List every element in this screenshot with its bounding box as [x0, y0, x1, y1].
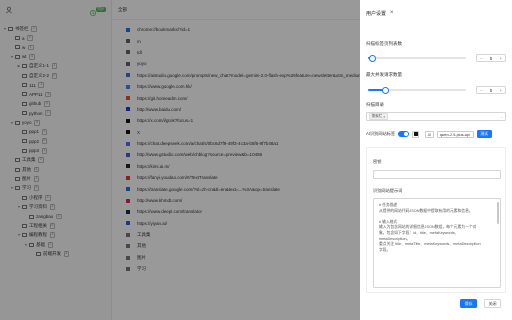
scan-tabs-label: 扫描标签页列表数: [366, 41, 402, 46]
ai-recognition-row: AI识别网站标签 AI qwen-2.5-plus-api 测试: [366, 130, 508, 138]
concurrency-stepper[interactable]: − 5 +: [476, 86, 506, 94]
scrollbar[interactable]: [497, 202, 499, 224]
tag-label: 搜索栏: [371, 114, 383, 118]
prompt-text: # 任务描述 从提供的网站代码JSON数据中提取有用的元素和信息。 # 输入格式输…: [379, 203, 495, 253]
concurrency-label: 最大并发请求数量: [366, 72, 402, 77]
drawer-header: 用户设置 ×: [360, 0, 512, 26]
prompt-label: 识别网站提示词: [373, 188, 403, 193]
concurrency-value: 5: [489, 87, 493, 93]
model-logo-icon: [412, 130, 420, 138]
prompt-line: 字段。: [379, 247, 391, 252]
test-button[interactable]: 测试: [476, 130, 492, 138]
close-icon[interactable]: ×: [390, 10, 394, 16]
prompt-line: 重点关注 title、metaTitle、metaKeywords、metaDe…: [379, 242, 481, 247]
selected-tag: 搜索栏 ×: [369, 113, 388, 120]
prompt-textarea[interactable]: # 任务描述 从提供的网站代码JSON数据中提取有用的元素和信息。 # 输入格式输…: [373, 198, 501, 288]
model-select[interactable]: AI: [425, 130, 434, 138]
scan-dir-label: 扫描目录: [366, 102, 384, 107]
ai-recognition-label: AI识别网站标签: [366, 131, 396, 136]
model-name-input[interactable]: qwen-2.5-plus-api: [436, 130, 474, 138]
save-button[interactable]: 保存: [460, 299, 477, 308]
close-button[interactable]: 关闭: [484, 299, 501, 308]
ai-recognition-toggle[interactable]: [398, 131, 410, 137]
api-key-label: 密钥: [373, 159, 382, 164]
api-key-input[interactable]: [373, 170, 501, 179]
slider-handle[interactable]: [369, 54, 377, 62]
minus-icon[interactable]: −: [480, 56, 483, 61]
scan-tabs-slider[interactable]: [368, 54, 466, 62]
tag-close-icon[interactable]: ×: [383, 115, 385, 119]
slider-handle[interactable]: [382, 86, 390, 94]
scan-dir-select[interactable]: 搜索栏 × ⌄: [366, 112, 506, 121]
modal-mask[interactable]: [0, 0, 360, 320]
minus-icon[interactable]: −: [480, 88, 483, 93]
concurrency-slider[interactable]: [368, 86, 466, 94]
scan-tabs-stepper[interactable]: − 5 +: [476, 54, 506, 62]
drawer-title: 用户设置: [366, 10, 387, 17]
ai-config-card: 密钥 识别网站提示词 # 任务描述 从提供的网站代码JSON数据中提取有用的元素和…: [366, 147, 506, 293]
scan-tabs-value: 5: [489, 55, 493, 61]
chevron-down-icon[interactable]: ⌄: [500, 115, 503, 119]
plus-icon[interactable]: +: [499, 56, 502, 61]
plus-icon[interactable]: +: [499, 88, 502, 93]
settings-drawer: 用户设置 × 扫描标签页列表数 − 5 + 最大并发请求数量 − 5 + 扫描目…: [360, 0, 512, 320]
